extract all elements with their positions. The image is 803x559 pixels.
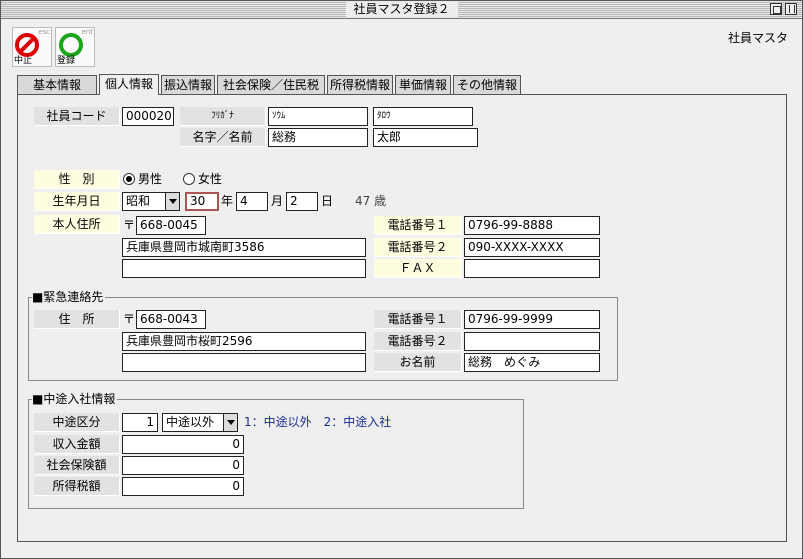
phone2-label: 電話番号２ — [374, 238, 462, 257]
zoom-window-button[interactable] — [785, 3, 797, 15]
collapse-window-button[interactable] — [770, 3, 782, 15]
midcareer-type-select[interactable]: 中途以外 — [162, 413, 238, 432]
midcareer-type-select-value: 中途以外 — [166, 415, 215, 429]
stop-button[interactable]: esc 中止 — [12, 27, 52, 67]
income-label: 収入金額 — [34, 435, 120, 454]
emergency-address-line1-field[interactable]: 兵庫県豊岡市桜町2596 — [122, 332, 366, 351]
tab-transfer-info[interactable]: 振込情報 — [161, 75, 215, 95]
phone1-label: 電話番号１ — [374, 216, 462, 235]
kana-last-name-field[interactable]: ｿｳﾑ — [268, 107, 368, 126]
emergency-name-label: お名前 — [374, 353, 462, 372]
phone2-field[interactable]: 090-XXXX-XXXX — [464, 238, 600, 257]
midcareer-type-label: 中途区分 — [34, 413, 120, 432]
app-label: 社員マスタ — [727, 31, 788, 45]
birth-date-label: 生年月日 — [34, 192, 120, 211]
income-tax-field[interactable]: 0 — [122, 477, 244, 496]
tab-social-insurance[interactable]: 社会保険／住民税 — [217, 75, 325, 95]
emergency-phone2-field[interactable] — [464, 332, 600, 351]
era-value: 昭和 — [126, 194, 151, 208]
tab-basic-info[interactable]: 基本情報 — [17, 75, 97, 95]
year-unit: 年 — [221, 194, 234, 208]
income-tax-label: 所得税額 — [34, 477, 120, 496]
chevron-down-icon[interactable] — [223, 414, 237, 431]
birth-year-field[interactable]: 30 — [185, 192, 219, 211]
name-label: 名字／名前 — [180, 128, 266, 147]
address-line2-field[interactable] — [122, 259, 366, 278]
employee-code-label: 社員コード — [34, 107, 120, 126]
phone1-field[interactable]: 0796-99-8888 — [464, 216, 600, 235]
age-display: 47 歳 — [355, 194, 387, 208]
stop-label: 中止 — [14, 56, 33, 66]
personal-info-panel: 社員コード 000020 ﾌﾘｶﾞﾅ ｿｳﾑ ﾀﾛｳ 名字／名前 総務 太郎 性… — [17, 94, 787, 542]
employee-code-field[interactable]: 000020 — [122, 107, 174, 126]
address-line1-field[interactable]: 兵庫県豊岡市城南町3586 — [122, 238, 366, 257]
month-unit: 月 — [271, 194, 284, 208]
midcareer-title: ■中途入社情報 — [32, 392, 118, 406]
title-bar[interactable]: 社員マスタ登録２ — [1, 1, 802, 19]
emergency-phone1-label: 電話番号１ — [374, 310, 462, 329]
social-insurance-field[interactable]: 0 — [122, 456, 244, 475]
emergency-phone2-label: 電話番号２ — [374, 332, 462, 351]
emergency-postal-code-field[interactable]: 668-0043 — [136, 310, 206, 329]
prohibit-icon — [15, 33, 39, 57]
fax-field[interactable] — [464, 259, 600, 278]
chevron-down-icon[interactable] — [165, 193, 179, 210]
toolbar: esc 中止 ent 登録 社員マスタ — [1, 20, 802, 70]
address-label: 本人住所 — [34, 215, 120, 234]
tab-other-info[interactable]: その他情報 — [453, 75, 521, 95]
employee-master-window: 社員マスタ登録２ esc 中止 ent 登録 社員マスタ 基本情報 個人情報 振… — [0, 0, 803, 559]
day-unit: 日 — [321, 194, 334, 208]
tab-income-tax[interactable]: 所得税情報 — [327, 75, 393, 95]
gender-label: 性 別 — [34, 170, 120, 189]
era-select[interactable]: 昭和 — [122, 192, 180, 211]
tab-personal-info[interactable]: 個人情報 — [99, 74, 159, 95]
gender-male-label: 男性 — [138, 172, 163, 186]
window-title: 社員マスタ登録２ — [345, 2, 458, 17]
gender-female-label: 女性 — [198, 172, 223, 186]
emergency-address-label: 住 所 — [34, 310, 120, 329]
furigana-label: ﾌﾘｶﾞﾅ — [180, 107, 266, 126]
emergency-postal-mark: 〒 — [123, 312, 136, 326]
tab-unit-price[interactable]: 単価情報 — [395, 75, 451, 95]
first-name-field[interactable]: 太郎 — [373, 128, 478, 147]
gender-male-radio[interactable] — [123, 173, 135, 185]
gender-female-radio[interactable] — [183, 173, 195, 185]
social-insurance-label: 社会保険額 — [34, 456, 120, 475]
fax-label: ＦＡＸ — [374, 259, 462, 278]
kana-first-name-field[interactable]: ﾀﾛｳ — [373, 107, 473, 126]
last-name-field[interactable]: 総務 — [268, 128, 368, 147]
income-field[interactable]: 0 — [122, 435, 244, 454]
emergency-name-field[interactable]: 総務 めぐみ — [464, 353, 600, 372]
emergency-address-line2-field[interactable] — [122, 353, 366, 372]
emergency-contact-title: ■緊急連絡先 — [32, 290, 106, 304]
birth-month-field[interactable]: 4 — [236, 192, 268, 211]
midcareer-type-field[interactable]: 1 — [122, 413, 158, 432]
midcareer-type-hint: 1：中途以外 2：中途入社 — [244, 415, 392, 429]
postal-mark: 〒 — [123, 218, 136, 232]
postal-code-field[interactable]: 668-0045 — [136, 216, 206, 235]
register-label: 登録 — [57, 56, 76, 66]
birth-day-field[interactable]: 2 — [286, 192, 318, 211]
emergency-phone1-field[interactable]: 0796-99-9999 — [464, 310, 600, 329]
register-button[interactable]: ent 登録 — [55, 27, 95, 67]
